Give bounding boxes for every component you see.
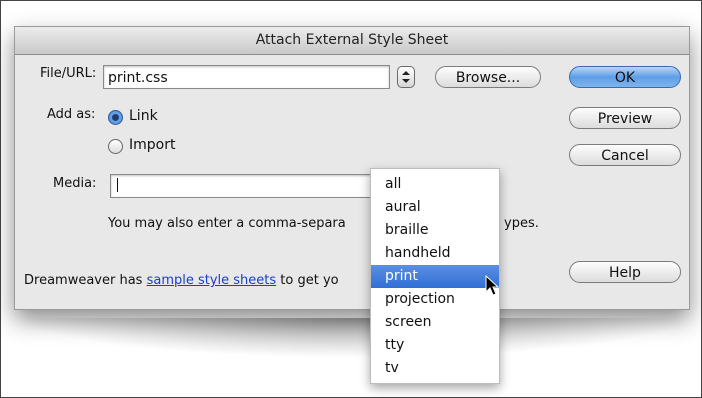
radio-link[interactable] (108, 110, 123, 125)
media-option-all[interactable]: all (371, 173, 499, 196)
media-option-tv[interactable]: tv (371, 357, 499, 380)
media-option-screen[interactable]: screen (371, 311, 499, 334)
radio-link-label[interactable]: Link (129, 108, 158, 124)
radio-import[interactable] (108, 139, 123, 154)
media-input[interactable] (110, 174, 380, 198)
media-option-handheld[interactable]: handheld (371, 242, 499, 265)
media-option-print[interactable]: print (371, 265, 499, 288)
ok-button[interactable]: OK (569, 66, 681, 88)
media-option-tty[interactable]: tty (371, 334, 499, 357)
media-option-projection[interactable]: projection (371, 288, 499, 311)
footer-suffix: to get yo (276, 273, 339, 288)
file-url-field[interactable]: print.css (103, 65, 390, 89)
media-label: Media: (53, 176, 97, 191)
cancel-button[interactable]: Cancel (569, 144, 681, 166)
media-dropdown-list[interactable]: all aural braille handheld print project… (370, 168, 500, 384)
sample-style-sheets-link[interactable]: sample style sheets (147, 273, 277, 288)
file-url-label: File/URL: (40, 66, 97, 81)
radio-import-label[interactable]: Import (129, 137, 175, 153)
stepper-arrows-icon (402, 71, 410, 83)
text-caret (117, 178, 118, 192)
arrow-cursor-icon (485, 275, 500, 296)
media-help-text: You may also enter a comma-separa (108, 216, 346, 231)
media-option-aural[interactable]: aural (371, 196, 499, 219)
footer-text: Dreamweaver has sample style sheets to g… (24, 273, 339, 288)
preview-button[interactable]: Preview (569, 107, 681, 129)
help-button[interactable]: Help (569, 261, 681, 283)
dialog-title: Attach External Style Sheet (15, 27, 689, 55)
up-down-stepper-icon[interactable] (397, 66, 415, 88)
media-option-braille[interactable]: braille (371, 219, 499, 242)
media-help-text-tail: ypes. (504, 216, 539, 231)
browse-button[interactable]: Browse... (435, 66, 541, 88)
dialog-shadow (18, 318, 688, 358)
footer-prefix: Dreamweaver has (24, 273, 147, 288)
add-as-label: Add as: (47, 107, 96, 122)
